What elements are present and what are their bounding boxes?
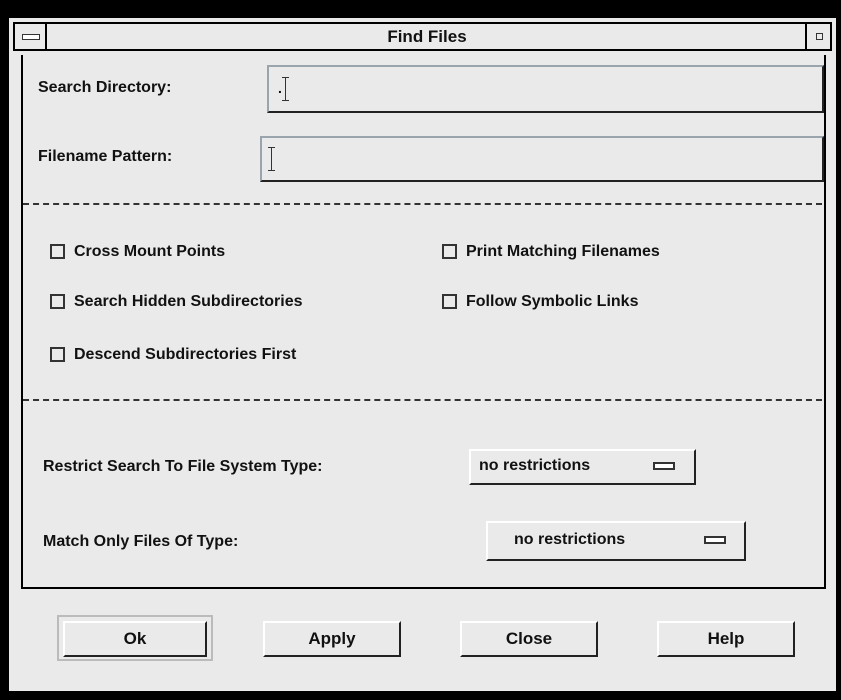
help-button[interactable]: Help: [657, 621, 795, 657]
option-label: Follow Symbolic Links: [466, 293, 639, 310]
search-directory-input[interactable]: .: [267, 65, 824, 113]
fs-type-label: Restrict Search To File System Type:: [43, 458, 323, 475]
option-label: Descend Subdirectories First: [74, 346, 297, 363]
window-title: Find Files: [387, 27, 467, 46]
window-menu-icon: [22, 34, 40, 40]
option-menu-indicator-icon: [653, 462, 675, 470]
find-files-window: Find Files Search Directory: . Filename …: [7, 16, 838, 693]
option-label: Cross Mount Points: [74, 243, 226, 260]
checkbox[interactable]: [442, 244, 457, 259]
filename-pattern-label: Filename Pattern:: [38, 148, 173, 165]
fs-type-option-menu[interactable]: no restrictions: [469, 449, 696, 485]
checkbox[interactable]: [50, 347, 65, 362]
window-menu-button[interactable]: [15, 24, 47, 49]
separator: [23, 203, 822, 205]
search-directory-label: Search Directory:: [38, 79, 172, 96]
filename-pattern-input[interactable]: [260, 136, 824, 182]
checkbox[interactable]: [442, 294, 457, 309]
text-cursor-icon: [282, 77, 290, 101]
maximize-button[interactable]: [805, 24, 830, 49]
maximize-icon: [816, 33, 823, 40]
checkbox[interactable]: [50, 294, 65, 309]
option-label: Search Hidden Subdirectories: [74, 293, 303, 310]
ok-button[interactable]: Ok: [63, 621, 207, 657]
apply-button[interactable]: Apply: [263, 621, 401, 657]
option-menu-indicator-icon: [704, 536, 726, 544]
close-button[interactable]: Close: [460, 621, 598, 657]
checkbox[interactable]: [50, 244, 65, 259]
file-type-label: Match Only Files Of Type:: [43, 533, 239, 550]
file-type-option-menu[interactable]: no restrictions: [486, 521, 746, 561]
fs-type-value: no restrictions: [479, 457, 591, 474]
text-cursor-icon: [268, 147, 276, 171]
file-type-value: no restrictions: [514, 531, 626, 548]
title-bar[interactable]: Find Files: [13, 22, 832, 51]
separator: [23, 399, 822, 401]
option-label: Print Matching Filenames: [466, 243, 660, 260]
